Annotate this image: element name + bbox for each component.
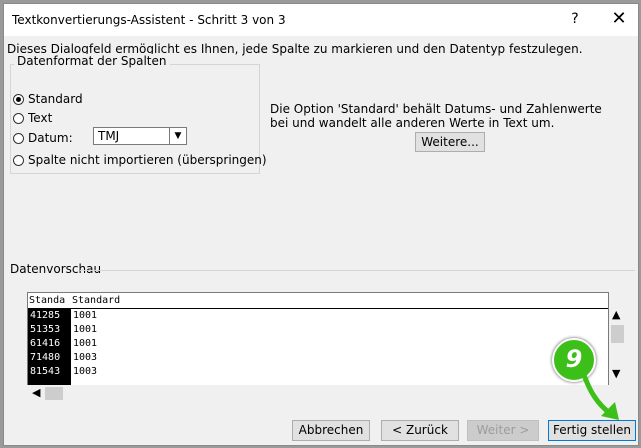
horizontal-scrollbar[interactable] [27, 385, 609, 402]
pointer-arrow-icon [580, 370, 619, 420]
preview-header-row: Standa Standard [28, 293, 608, 309]
radio-date[interactable]: Datum: [13, 131, 73, 145]
preview-cell: 41285 [30, 310, 61, 321]
radio-standard-label: Standard [28, 92, 83, 106]
back-button[interactable]: < Zurück [381, 420, 459, 441]
title-bar: Textkonvertierungs-Assistent - Schritt 3… [4, 4, 638, 36]
help-icon[interactable]: ? [564, 11, 586, 27]
more-button[interactable]: Weitere... [415, 132, 485, 152]
preview-cell: 1001 [73, 338, 98, 349]
preview-cell: 1003 [73, 352, 98, 363]
horizontal-scroll-thumb[interactable] [45, 387, 63, 400]
radio-skip-column-label: Spalte nicht importieren (überspringen) [28, 153, 267, 167]
next-button[interactable]: Weiter > [467, 420, 539, 441]
preview-cell: 1003 [73, 366, 98, 377]
close-icon[interactable]: ✕ [604, 8, 634, 29]
preview-header-col1[interactable]: Standa [29, 295, 69, 306]
scroll-left-icon[interactable]: ◀ [32, 386, 40, 399]
preview-cell: 81543 [30, 366, 61, 377]
window-title: Textkonvertierungs-Assistent - Schritt 3… [12, 13, 286, 27]
radio-standard-button[interactable] [13, 93, 24, 105]
preview-cell: 71480 [30, 352, 61, 363]
preview-label: Datenvorschau [10, 262, 102, 276]
option-description: Die Option 'Standard' behält Datums- und… [270, 102, 602, 130]
preview-cell: 51353 [30, 324, 61, 335]
cancel-button[interactable]: Abbrechen [292, 420, 370, 441]
preview-cell: 1001 [73, 310, 98, 321]
scroll-up-icon[interactable]: ▲ [612, 308, 620, 321]
preview-header-col2[interactable]: Standard [72, 295, 120, 306]
radio-skip-column[interactable]: Spalte nicht importieren (überspringen) [13, 153, 267, 167]
column-format-group-title: Datenformat der Spalten [14, 54, 170, 68]
radio-text-button[interactable] [13, 112, 24, 124]
chevron-down-icon[interactable]: ▼ [169, 128, 186, 144]
preview-divider [80, 270, 635, 271]
preview-cell: 61416 [30, 338, 61, 349]
radio-text-label: Text [28, 111, 53, 125]
date-format-select[interactable]: TMJ ▼ [93, 127, 187, 145]
radio-date-button[interactable] [13, 132, 24, 144]
vertical-scroll-thumb[interactable] [611, 325, 624, 343]
preview-cell: 1001 [73, 324, 98, 335]
radio-date-label: Datum: [28, 131, 73, 145]
radio-skip-column-button[interactable] [13, 154, 24, 166]
radio-text[interactable]: Text [13, 111, 52, 125]
date-format-value: TMJ [98, 129, 120, 143]
data-preview[interactable]: Standa Standard 41285 1001 51353 1001 61… [27, 292, 609, 400]
radio-standard[interactable]: Standard [13, 92, 83, 106]
